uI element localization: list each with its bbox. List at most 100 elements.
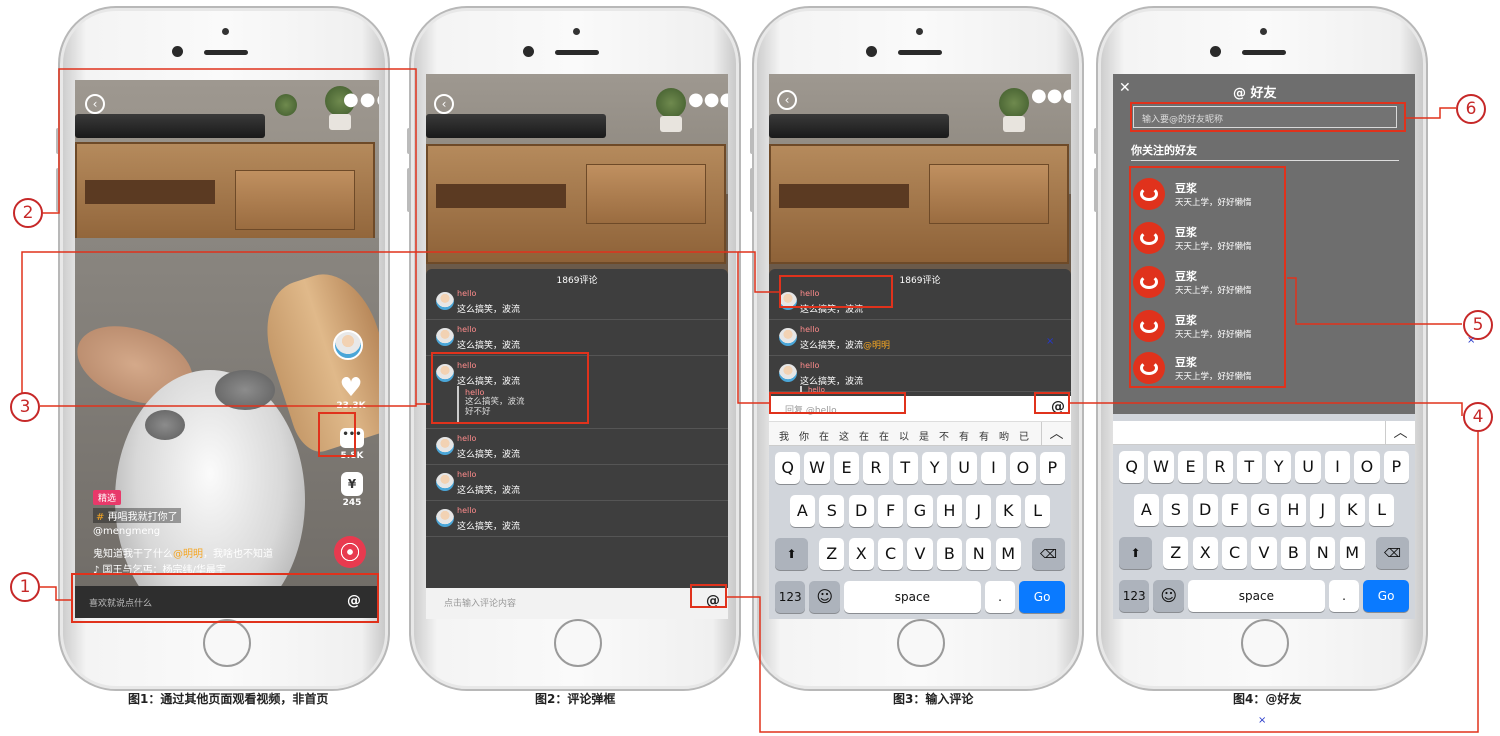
key-s[interactable]: S [1163, 494, 1189, 526]
key-m[interactable]: M [995, 538, 1021, 570]
candidate-word[interactable]: 是 [919, 428, 929, 443]
key-o[interactable]: O [1354, 451, 1380, 483]
comment-row[interactable]: hello 这么搞笑，波流 [426, 501, 728, 537]
key-c[interactable]: C [877, 538, 904, 570]
key-f[interactable]: F [877, 495, 904, 527]
key-e[interactable]: E [833, 452, 860, 484]
key-v[interactable]: V [907, 538, 933, 570]
key-c[interactable]: C [1221, 537, 1248, 569]
close-icon[interactable]: ✕ [1119, 80, 1131, 96]
comment-input[interactable]: 点击输入评论内容 @ [426, 588, 728, 619]
more-icon[interactable]: ●●● [343, 90, 379, 110]
collapse-candidates-icon[interactable]: ︿ [1041, 422, 1071, 446]
key-f[interactable]: F [1221, 494, 1248, 526]
key-y[interactable]: Y [1266, 451, 1292, 483]
commenter-name[interactable]: hello [457, 289, 476, 298]
more-icon[interactable]: ●●● [688, 90, 728, 110]
key-o[interactable]: O [1010, 452, 1036, 484]
period-key[interactable]: . [984, 581, 1016, 613]
emoji-key[interactable]: ☺ [809, 581, 840, 613]
key-t[interactable]: T [1236, 451, 1262, 483]
collapse-candidates-icon[interactable]: ︿ [1385, 421, 1415, 445]
home-button[interactable] [1241, 619, 1289, 667]
music-disc[interactable] [334, 536, 366, 568]
candidate-word[interactable]: 我 [779, 428, 789, 443]
key-g[interactable]: G [1251, 494, 1277, 526]
back-icon[interactable]: ‹ [434, 94, 454, 114]
key-i[interactable]: I [980, 452, 1007, 484]
key-x[interactable]: X [1192, 537, 1218, 569]
commenter-avatar[interactable] [436, 437, 454, 455]
candidate-word[interactable]: 以 [899, 428, 909, 443]
home-button[interactable] [554, 619, 602, 667]
commenter-name[interactable]: hello [800, 361, 819, 370]
author-avatar[interactable] [333, 330, 363, 360]
space-key[interactable]: space [843, 581, 981, 613]
comment-mention[interactable]: @明明 [863, 341, 890, 351]
key-u[interactable]: U [951, 452, 977, 484]
candidate-word[interactable]: 你 [799, 428, 809, 443]
commenter-avatar[interactable] [779, 328, 797, 346]
key-d[interactable]: D [1192, 494, 1218, 526]
key-n[interactable]: N [1310, 537, 1336, 569]
candidate-word[interactable]: 在 [879, 428, 889, 443]
key-l[interactable]: L [1024, 495, 1051, 527]
commenter-name[interactable]: hello [457, 325, 476, 334]
key-p[interactable]: P [1383, 451, 1409, 483]
key-q[interactable]: Q [775, 452, 801, 484]
key-x[interactable]: X [848, 538, 874, 570]
candidate-word[interactable]: 已 [1019, 428, 1029, 443]
hashtag[interactable]: # 再唱我就打你了 [93, 508, 181, 523]
key-j[interactable]: J [966, 495, 992, 527]
comment-row[interactable]: hello 这么搞笑，波流 [426, 465, 728, 501]
key-r[interactable]: R [1207, 451, 1233, 483]
shift-key[interactable]: ⬆ [775, 538, 809, 570]
key-n[interactable]: N [966, 538, 992, 570]
key-u[interactable]: U [1295, 451, 1321, 483]
key-t[interactable]: T [892, 452, 918, 484]
key-k[interactable]: K [995, 495, 1021, 527]
space-key[interactable]: space [1187, 580, 1325, 612]
candidate-word[interactable]: 在 [859, 428, 869, 443]
key-y[interactable]: Y [922, 452, 948, 484]
key-z[interactable]: Z [1163, 537, 1189, 569]
numbers-key[interactable]: 123 [775, 581, 806, 613]
home-button[interactable] [897, 619, 945, 667]
more-icon[interactable]: ●●● [1031, 86, 1071, 106]
key-d[interactable]: D [848, 495, 874, 527]
candidate-word[interactable]: 这 [839, 428, 849, 443]
key-b[interactable]: B [1280, 537, 1307, 569]
key-r[interactable]: R [863, 452, 889, 484]
like-button[interactable]: ♥ 23.3K [333, 375, 369, 411]
home-button[interactable] [203, 619, 251, 667]
candidate-word[interactable]: 在 [819, 428, 829, 443]
key-i[interactable]: I [1324, 451, 1351, 483]
key-k[interactable]: K [1339, 494, 1365, 526]
key-s[interactable]: S [819, 495, 845, 527]
emoji-key[interactable]: ☺ [1153, 580, 1184, 612]
key-q[interactable]: Q [1119, 451, 1145, 483]
key-a[interactable]: A [789, 495, 816, 527]
shift-key[interactable]: ⬆ [1119, 537, 1153, 569]
candidate-word[interactable]: 有 [979, 428, 989, 443]
author-username[interactable]: @mengmeng [93, 526, 160, 537]
comment-row[interactable]: hello 这么搞笑，波流 [426, 284, 728, 320]
candidate-word[interactable]: 有 [959, 428, 969, 443]
comment-row[interactable]: hello 这么搞笑，波流 [426, 429, 728, 465]
go-key[interactable]: Go [1363, 580, 1409, 612]
key-b[interactable]: B [936, 538, 963, 570]
backspace-key[interactable]: ⌫ [1375, 537, 1409, 569]
key-g[interactable]: G [907, 495, 933, 527]
commenter-avatar[interactable] [436, 509, 454, 527]
key-p[interactable]: P [1039, 452, 1065, 484]
coin-button[interactable]: ¥ 245 [337, 472, 367, 508]
key-w[interactable]: W [1148, 451, 1174, 483]
key-m[interactable]: M [1339, 537, 1365, 569]
candidate-word[interactable]: 不 [939, 428, 949, 443]
key-j[interactable]: J [1310, 494, 1336, 526]
key-v[interactable]: V [1251, 537, 1277, 569]
candidate-word[interactable]: 哟 [999, 428, 1009, 443]
go-key[interactable]: Go [1019, 581, 1065, 613]
key-h[interactable]: H [1280, 494, 1307, 526]
commenter-avatar[interactable] [436, 328, 454, 346]
